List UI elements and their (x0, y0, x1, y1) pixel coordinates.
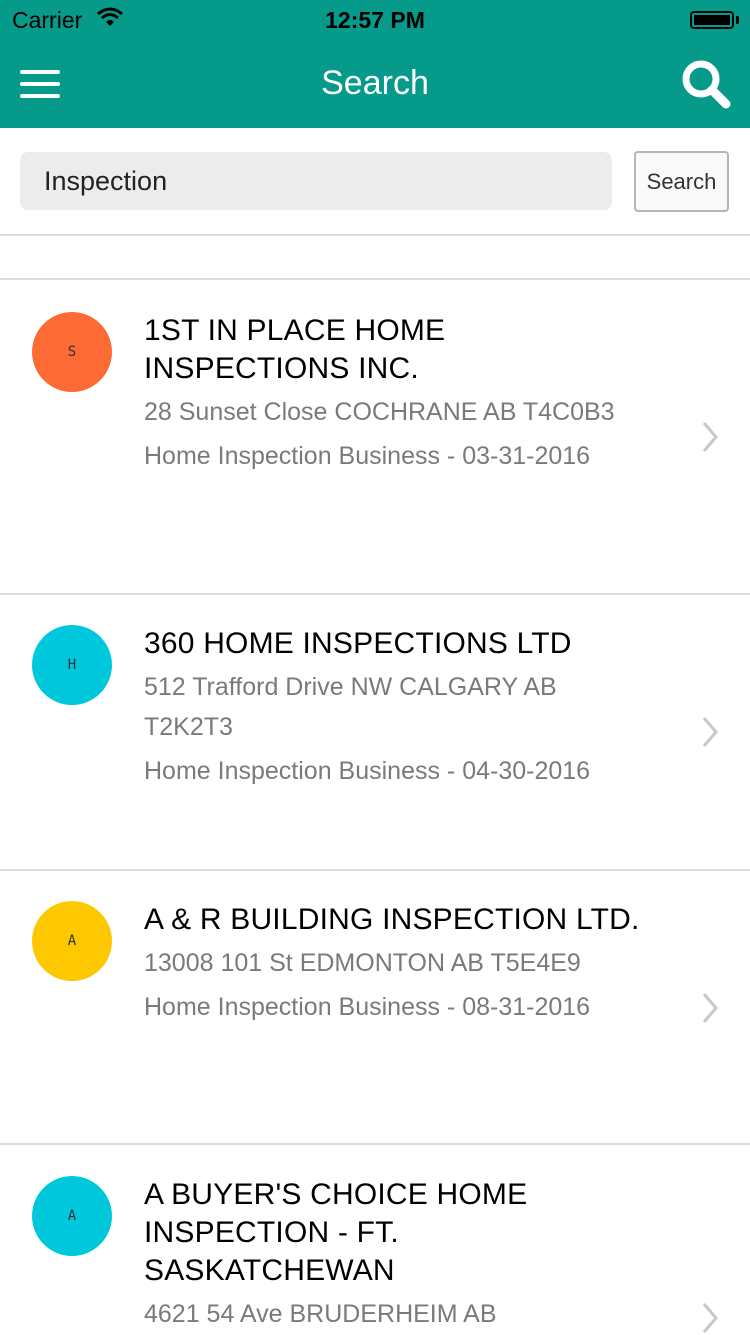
result-name: A BUYER'S CHOICE HOME INSPECTION - FT. S… (144, 1178, 528, 1287)
hamburger-menu-icon[interactable] (18, 66, 62, 102)
app-header: Carrier 12:57 PM Search (0, 0, 750, 128)
result-address: 28 Sunset Close COCHRANE AB T4C0B3 (144, 398, 615, 426)
result-address: 13008 101 St EDMONTON AB T5E4E9 (144, 949, 581, 977)
list-item[interactable]: A A BUYER'S CHOICE HOME INSPECTION - FT.… (0, 1145, 750, 1334)
chevron-right-icon (702, 1303, 718, 1333)
avatar: H (32, 625, 112, 705)
nav-bar: Search (0, 40, 750, 128)
result-type: Home Inspection Business - 04-30-2016 (144, 757, 591, 785)
result-type: Home Inspection Business - 03-31-2016 (144, 442, 591, 470)
search-icon[interactable] (680, 58, 732, 110)
status-time: 12:57 PM (325, 7, 425, 33)
chevron-right-icon (702, 422, 718, 452)
status-bar: Carrier 12:57 PM (0, 0, 750, 40)
chevron-right-icon (702, 717, 718, 747)
result-name: 1ST IN PLACE HOME INSPECTIONS INC. (144, 314, 446, 385)
search-bar: Search (0, 128, 750, 236)
result-name: A & R BUILDING INSPECTION LTD. (144, 903, 640, 936)
avatar: S (32, 312, 112, 392)
search-button[interactable]: Search (634, 151, 729, 212)
page-title: Search (321, 64, 429, 102)
list-header-spacer (0, 236, 750, 280)
avatar: A (32, 901, 112, 981)
result-address: 512 Trafford Drive NW CALGARY AB T2K2T3 (144, 673, 557, 741)
list-item[interactable]: S 1ST IN PLACE HOME INSPECTIONS INC. 28 … (0, 280, 750, 595)
search-input[interactable] (20, 152, 612, 210)
result-type: Home Inspection Business - 08-31-2016 (144, 993, 591, 1021)
result-name: 360 HOME INSPECTIONS LTD (144, 627, 572, 660)
battery-icon (690, 11, 734, 29)
chevron-right-icon (702, 993, 718, 1023)
list-item[interactable]: H 360 HOME INSPECTIONS LTD 512 Trafford … (0, 595, 750, 871)
result-address: 4621 54 Ave BRUDERHEIM AB (144, 1300, 497, 1328)
avatar: A (32, 1176, 112, 1256)
list-item[interactable]: A A & R BUILDING INSPECTION LTD. 13008 1… (0, 871, 750, 1145)
battery-tip (736, 16, 739, 24)
